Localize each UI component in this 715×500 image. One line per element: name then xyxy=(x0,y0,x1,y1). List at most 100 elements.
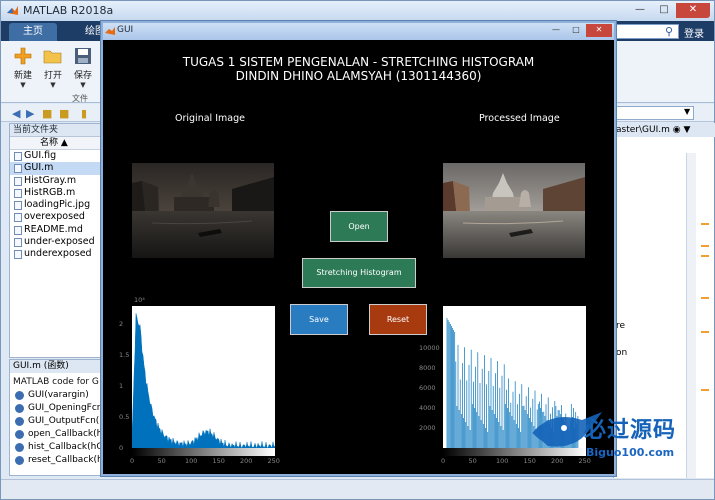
code-analyzer-marker[interactable] xyxy=(701,297,709,299)
function-list-item[interactable]: GUI_OpeningFcn( xyxy=(10,402,103,415)
up-folder-icon[interactable]: ■ xyxy=(42,107,52,120)
save-button[interactable]: 保存 ▼ xyxy=(69,47,97,89)
file-name: README.md xyxy=(24,223,83,235)
maximize-icon[interactable]: □ xyxy=(566,24,586,37)
browse-folder-icon[interactable]: ■ xyxy=(59,107,69,120)
code-analyzer-marker[interactable] xyxy=(701,331,709,333)
function-list-item[interactable]: GUI(varargin) xyxy=(10,389,103,402)
open-button[interactable]: Open xyxy=(330,211,388,242)
function-icon xyxy=(15,404,24,413)
function-icon xyxy=(15,430,24,439)
save-button[interactable]: Save xyxy=(290,304,348,335)
function-name: open_Callback(h xyxy=(28,429,103,439)
function-list-item[interactable]: GUI_OutputFcn(h xyxy=(10,415,103,428)
path-field[interactable] xyxy=(614,106,694,120)
new-button[interactable]: 新建 ▼ xyxy=(9,47,37,89)
original-image-label: Original Image xyxy=(175,113,245,124)
file-icon xyxy=(14,213,22,223)
function-name: GUI_OutputFcn(h xyxy=(28,416,103,426)
file-icon xyxy=(14,225,22,235)
file-name: loadingPic.jpg xyxy=(24,199,91,211)
file-list-item[interactable]: under-exposed xyxy=(10,236,103,248)
function-name: reset_Callback(h xyxy=(28,455,103,465)
options-icon[interactable]: ◉ xyxy=(673,125,681,135)
file-list: GUI.fig GUI.m HistGray.m HistRGB.m loadingPi… xyxy=(10,150,103,261)
matlab-logo-icon xyxy=(7,6,18,15)
name-column-header[interactable]: 名称 ▲ xyxy=(10,137,103,150)
watermark-url: Biguo100.com xyxy=(586,446,675,459)
login-link[interactable]: 登录 xyxy=(684,25,704,40)
folder-icon: ▮ xyxy=(81,107,88,120)
function-name: GUI_OpeningFcn( xyxy=(28,403,103,413)
open-button[interactable]: 打开 ▼ xyxy=(39,47,67,89)
save-disk-icon xyxy=(75,48,91,64)
file-list-item[interactable]: underexposed xyxy=(10,248,103,260)
file-list-item[interactable]: HistGray.m xyxy=(10,175,103,187)
code-analyzer-marker[interactable] xyxy=(701,389,709,391)
search-icon[interactable]: ⚲ xyxy=(665,25,673,38)
tab-home[interactable]: 主页 xyxy=(9,23,57,41)
file-name: GUI.m xyxy=(24,162,54,174)
x-tick-label: 100 xyxy=(185,457,198,465)
file-list-item[interactable]: README.md xyxy=(10,224,103,236)
y-tick-label: 10000 xyxy=(419,344,440,352)
close-icon[interactable]: ✕ xyxy=(586,24,612,37)
function-icon xyxy=(15,417,24,426)
new-plus-icon xyxy=(14,47,32,65)
file-name: under-exposed xyxy=(24,236,95,248)
function-list-item[interactable]: open_Callback(h xyxy=(10,428,103,441)
forward-arrow-icon[interactable]: ▶ xyxy=(26,107,34,120)
matlab-window-controls: — □ ✕ xyxy=(628,3,710,18)
code-analyzer-marker[interactable] xyxy=(701,223,709,225)
original-histogram-area xyxy=(132,313,275,448)
file-list-item[interactable]: loadingPic.jpg xyxy=(10,199,103,211)
file-icon xyxy=(14,188,22,198)
stretching-histogram-button[interactable]: Stretching Histogram xyxy=(302,258,416,288)
chevron-down-icon: ▼ xyxy=(50,81,56,89)
y-exponent-label: 10⁴ xyxy=(134,296,145,304)
watermark-text: 必过源码 xyxy=(584,418,677,443)
matlab-title: MATLAB R2018a xyxy=(23,4,114,17)
file-list-item[interactable]: GUI.m xyxy=(10,162,103,175)
reset-button[interactable]: Reset xyxy=(369,304,427,335)
file-icon xyxy=(14,176,22,186)
function-list: GUI(varargin) GUI_OpeningFcn( GUI_OutputFc… xyxy=(10,389,103,467)
file-icon xyxy=(14,250,22,260)
function-list-item[interactable]: reset_Callback(h xyxy=(10,454,103,467)
minimize-icon[interactable]: — xyxy=(628,3,652,18)
ribbon-group-file-label: 文件 xyxy=(72,94,88,103)
file-icon xyxy=(14,201,22,211)
y-tick-label: 1.5 xyxy=(119,351,130,359)
heading-line-2: DINDIN DHINO ALAMSYAH (1301144360) xyxy=(235,69,482,83)
function-list-item[interactable]: hist_Callback(hO xyxy=(10,441,103,454)
y-tick-label: 0.5 xyxy=(119,413,130,421)
minimize-icon[interactable]: — xyxy=(546,24,566,37)
back-arrow-icon[interactable]: ◀ xyxy=(12,107,20,120)
details-description: MATLAB code for G xyxy=(13,377,99,387)
file-list-item[interactable]: overexposed xyxy=(10,211,103,223)
function-icon xyxy=(15,391,24,400)
code-analyzer-marker[interactable] xyxy=(701,245,709,247)
folder-open-icon xyxy=(43,50,62,64)
histogram-series xyxy=(132,313,275,448)
editor-tab[interactable]: aster\GUI.m ◉ ▼ xyxy=(614,123,715,137)
file-list-item[interactable]: HistRGB.m xyxy=(10,187,103,199)
x-tick-label: 0 xyxy=(441,457,446,465)
chevron-down-icon[interactable]: ▼ xyxy=(684,107,690,116)
y-tick-label: 0 xyxy=(119,444,124,452)
file-name: HistRGB.m xyxy=(24,186,76,198)
gui-window-controls: — □ ✕ xyxy=(546,24,612,37)
processed-image xyxy=(443,163,585,258)
chevron-down-icon[interactable]: ▼ xyxy=(683,125,690,135)
close-icon[interactable]: ✕ xyxy=(676,3,710,18)
x-tick-label: 50 xyxy=(157,457,166,465)
sort-up-icon: ▲ xyxy=(60,138,68,148)
y-tick-label: 2 xyxy=(119,320,124,328)
code-analyzer-marker[interactable] xyxy=(701,255,709,257)
function-name: GUI(varargin) xyxy=(28,390,89,400)
maximize-icon[interactable]: □ xyxy=(652,3,676,18)
file-list-item[interactable]: GUI.fig xyxy=(10,150,103,162)
function-icon xyxy=(15,443,24,452)
status-bar xyxy=(1,479,714,499)
editor-text-fragment: re xyxy=(616,321,626,331)
